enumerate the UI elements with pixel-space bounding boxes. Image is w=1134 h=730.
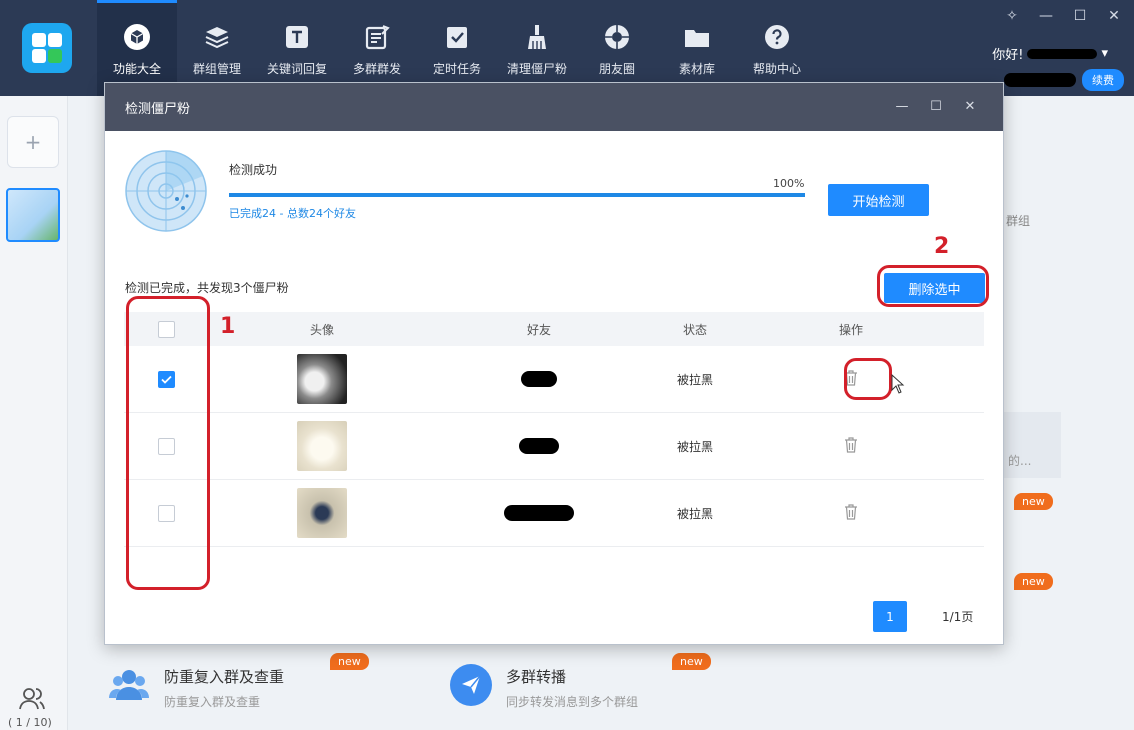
progress-percent: 100% [773,177,805,190]
annotation-label: 2 [934,234,950,259]
redacted-vip-info [1004,73,1076,87]
redacted-friend-name [504,505,574,521]
feature-multi-relay[interactable]: 多群转播 同步转发消息到多个群组 [450,664,638,710]
nav-label: 定时任务 [432,62,481,76]
page-button-current[interactable]: 1 [873,601,907,632]
close-icon[interactable]: ✕ [963,97,977,115]
background-text: 群组 [1006,214,1031,228]
edit-document-icon [362,22,392,52]
new-badge: new [330,653,369,670]
nav-label: 朋友圈 [598,62,635,76]
new-badge: new [672,653,711,670]
account-rail: + ( 1 / 10) [0,96,68,730]
nav-label: 关键词回复 [266,62,327,76]
table-row: 被拉黑 [124,480,984,547]
user-icon[interactable] [18,684,46,712]
trash-icon[interactable] [844,436,858,456]
friend-status: 被拉黑 [676,372,713,387]
feature-title: 多群转播 [506,668,567,686]
text-t-icon [282,22,312,52]
annotation-box-trash [844,358,892,400]
nav-label: 素材库 [678,62,715,76]
maximize-icon[interactable]: ☐ [1070,6,1090,26]
maximize-icon[interactable]: ☐ [929,97,943,115]
zombie-table: 头像 好友 状态 操作 被拉黑 被拉黑 被拉黑 [124,312,984,547]
column-header-status: 状态 [682,322,707,337]
column-header-action: 操作 [838,322,863,337]
start-scan-button[interactable]: 开始检测 [828,184,929,216]
broom-icon [522,22,552,52]
minimize-icon[interactable]: — [1036,6,1056,26]
clipboard-check-icon [442,22,472,52]
user-greeting[interactable]: 你好! ▾ [992,44,1108,63]
background-text: 的... [1008,454,1032,468]
column-header-friend: 好友 [526,322,551,337]
table-header: 头像 好友 状态 操作 [124,312,984,346]
annotation-label: 1 [220,314,236,339]
redacted-friend-name [519,438,559,454]
feature-desc: 同步转发消息到多个群组 [506,695,639,709]
nav-label: 群组管理 [192,62,241,76]
result-text: 检测已完成，共发现3个僵尸粉 [125,281,289,295]
nav-label: 清理僵尸粉 [506,62,567,76]
redacted-friend-name [521,371,557,387]
aperture-icon [602,22,632,52]
feature-title: 防重复入群及查重 [164,668,285,686]
caret-down-icon: ▾ [1101,46,1108,61]
pager-info: 1/1页 [942,610,974,624]
renew-button[interactable]: 续费 [1082,69,1124,91]
scan-summary: 已完成24 - 总数24个好友 [229,207,356,220]
new-badge: new [1014,573,1053,590]
nav-label: 帮助中心 [752,62,801,76]
greeting-text: 你好! [992,48,1024,63]
radar-icon [125,150,207,232]
friend-status: 被拉黑 [676,439,713,454]
dialog-window-controls: — ☐ ✕ [895,97,977,115]
scan-progress-fill [229,193,805,197]
minimize-icon[interactable]: — [895,97,909,115]
account-count: ( 1 / 10) [8,716,52,729]
app-logo-icon [22,23,72,73]
dialog-title: 检测僵尸粉 [125,101,191,117]
send-icon [450,664,492,706]
annotation-box-delete [877,265,989,307]
folder-icon [682,22,712,52]
add-account-button[interactable]: + [7,116,59,168]
close-icon[interactable]: ✕ [1104,6,1124,26]
pin-icon[interactable]: ✧ [1002,6,1022,26]
feature-anti-duplicate[interactable]: 防重复入群及查重 防重复入群及查重 [108,664,284,710]
mouse-cursor-icon [891,374,905,394]
column-header-avatar: 头像 [309,322,334,337]
vip-row: 续费 [1004,69,1124,91]
friend-avatar [297,354,347,404]
new-badge: new [1014,493,1053,510]
nav-label: 多群群发 [352,62,401,76]
redacted-username [1027,48,1098,59]
layers-icon [202,22,232,52]
window-controls: ✧ — ☐ ✕ [1002,6,1124,26]
feature-desc: 防重复入群及查重 [164,695,261,709]
account-avatar[interactable] [6,188,60,242]
cube-icon [122,22,152,52]
dialog-header: 检测僵尸粉 — ☐ ✕ [105,83,1003,131]
scan-status: 检测成功 [229,163,278,177]
nav-label: 功能大全 [112,62,161,76]
friend-avatar [297,421,347,471]
table-row: 被拉黑 [124,413,984,480]
help-icon [762,22,792,52]
scan-progress-bar [229,193,805,197]
annotation-box-checkboxes [126,296,210,590]
friend-avatar [297,488,347,538]
users-group-icon [108,664,150,706]
friend-status: 被拉黑 [676,506,713,521]
trash-icon[interactable] [844,503,858,523]
